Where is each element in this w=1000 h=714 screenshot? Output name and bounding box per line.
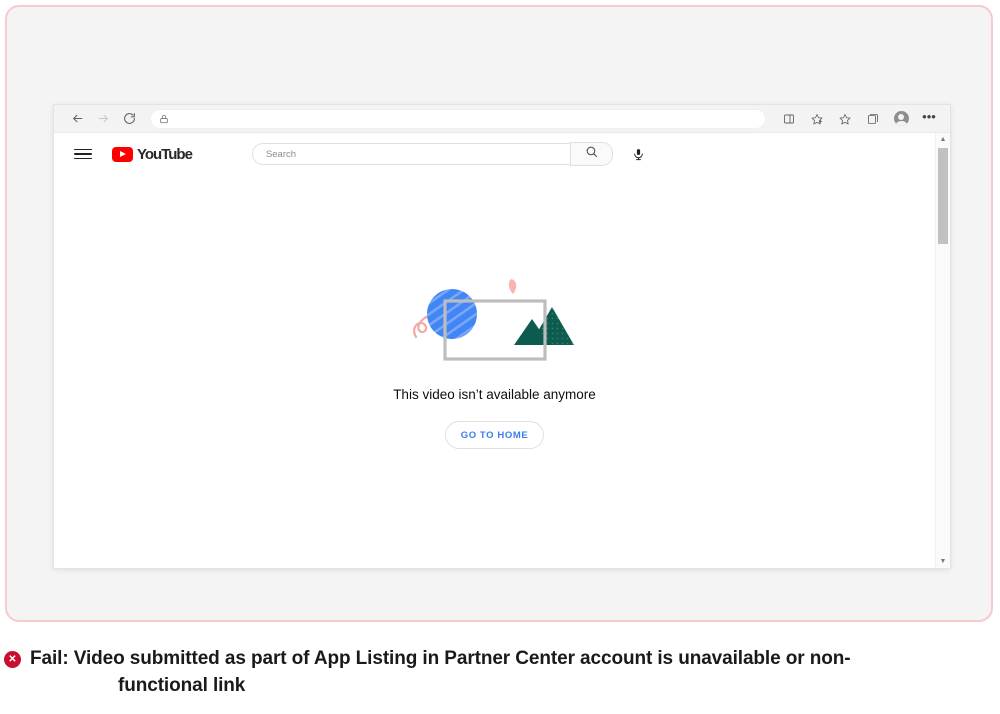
youtube-play-icon <box>112 147 133 162</box>
microphone-icon[interactable] <box>627 142 651 166</box>
refresh-icon[interactable] <box>116 107 142 131</box>
back-arrow-icon[interactable] <box>64 107 90 131</box>
youtube-searchbox: Search <box>252 143 613 165</box>
youtube-masthead: YouTube Search <box>54 133 935 175</box>
caption: ✕ Fail: Video submitted as part of App L… <box>0 646 1000 700</box>
video-unavailable-panel: This video isn’t available anymore GO TO… <box>54 175 935 568</box>
caption-text: Fail: Video submitted as part of App Lis… <box>30 646 851 700</box>
avatar <box>894 111 909 126</box>
vertical-scrollbar[interactable]: ▲ ▼ <box>935 133 950 568</box>
navigation-buttons <box>64 107 142 131</box>
scroll-up-arrow-icon[interactable]: ▲ <box>936 133 950 146</box>
caption-line-2: functional link <box>30 673 851 700</box>
hamburger-menu-icon[interactable] <box>72 143 94 165</box>
search-button[interactable] <box>570 142 613 166</box>
magnifier-icon <box>585 145 598 163</box>
page-viewport: YouTube Search <box>54 133 950 568</box>
screenshot-card: ••• YouTube Search <box>5 5 993 622</box>
forward-arrow-icon[interactable] <box>90 107 116 131</box>
profile-avatar-icon[interactable] <box>888 107 914 131</box>
youtube-logo[interactable]: YouTube <box>112 146 192 163</box>
more-settings-label: ••• <box>922 110 936 128</box>
browser-toolbar: ••• <box>54 105 950 133</box>
youtube-wordmark: YouTube <box>137 146 192 163</box>
favorites-icon[interactable] <box>832 107 858 131</box>
collections-icon[interactable] <box>860 107 886 131</box>
browser-window: ••• YouTube Search <box>54 105 950 568</box>
go-to-home-button[interactable]: GO TO HOME <box>445 421 545 449</box>
scroll-down-arrow-icon[interactable]: ▼ <box>936 555 950 568</box>
more-settings-icon[interactable]: ••• <box>916 107 942 131</box>
lock-icon <box>159 114 169 124</box>
scrollbar-thumb[interactable] <box>938 148 948 244</box>
scrollbar-track[interactable] <box>936 146 950 555</box>
youtube-page: YouTube Search <box>54 133 935 568</box>
error-title: This video isn’t available anymore <box>393 387 596 402</box>
error-circle-x-icon: ✕ <box>4 651 21 668</box>
toolbar-right-icons: ••• <box>776 107 942 131</box>
search-area: Search <box>252 142 651 166</box>
video-unavailable-illustration <box>410 271 580 371</box>
address-bar[interactable] <box>150 109 766 129</box>
search-input[interactable]: Search <box>252 143 570 165</box>
caption-line-1: Fail: Video submitted as part of App Lis… <box>30 648 851 669</box>
split-screen-icon[interactable] <box>776 107 802 131</box>
add-favorite-icon[interactable] <box>804 107 830 131</box>
